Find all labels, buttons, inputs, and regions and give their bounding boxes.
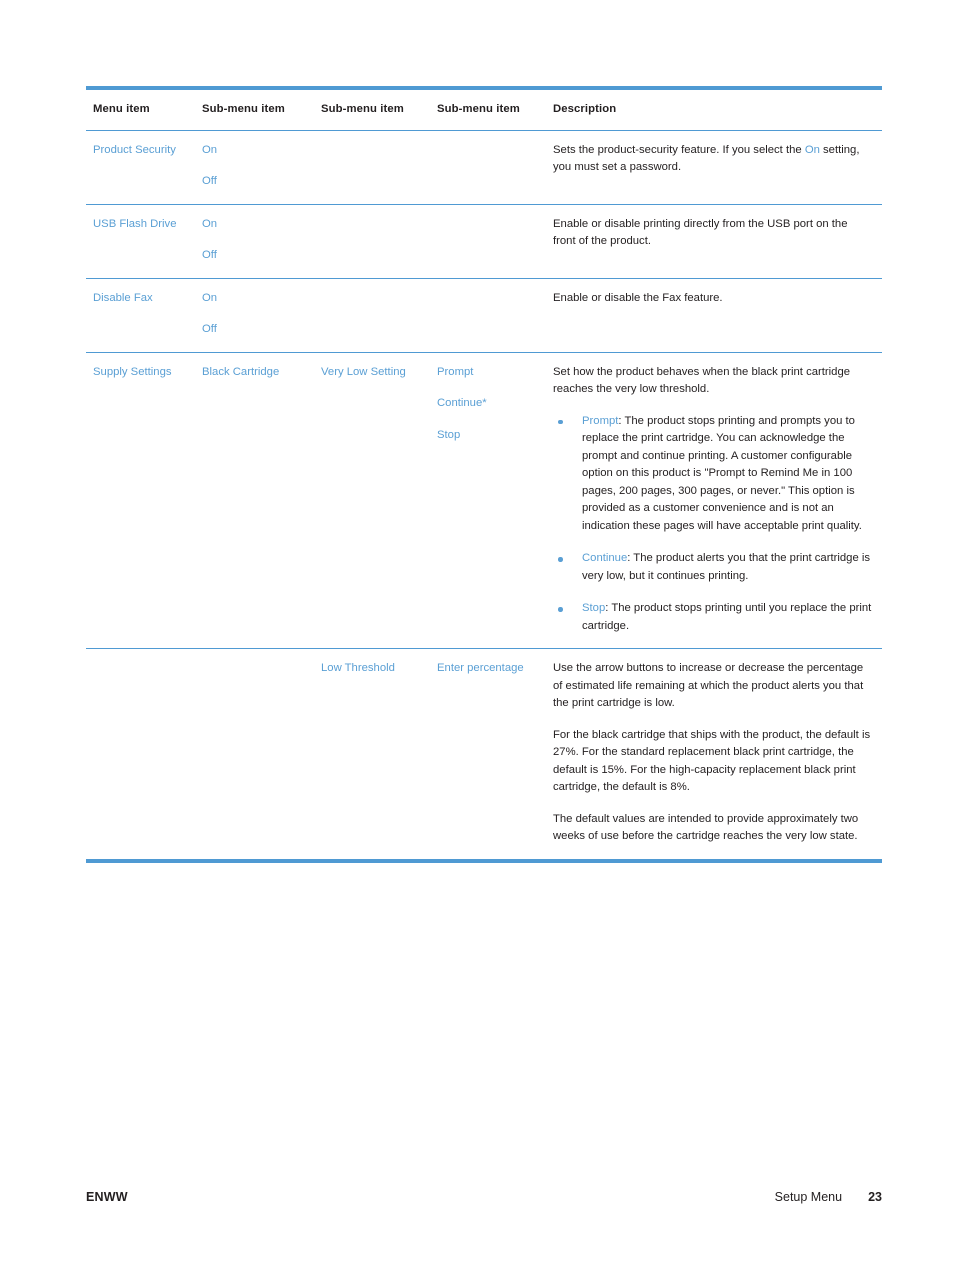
menu-item-label: Product Security <box>93 143 176 156</box>
sub-menu-option: On <box>202 291 218 304</box>
footer-locale-label: ENWW <box>86 1190 128 1204</box>
table-row: Product Security On Off Sets the product… <box>86 130 882 205</box>
footer-chapter-title: Setup Menu <box>774 1190 843 1204</box>
cell-sub-menu-2: Very Low Setting <box>321 352 437 649</box>
menu-item-label: USB Flash Drive <box>93 217 177 230</box>
description-paragraph: Enable or disable the Fax feature. <box>553 291 723 304</box>
cell-description: Sets the product-security feature. If yo… <box>553 130 882 205</box>
column-header-menu-item: Menu item <box>86 86 202 131</box>
sub-menu-option: Continue* <box>437 397 487 409</box>
cell-sub-menu-3 <box>437 278 553 353</box>
sub-menu-option: Enter percentage <box>437 662 524 674</box>
bullet-term: Prompt <box>582 414 619 427</box>
description-paragraph: Enable or disable printing directly from… <box>553 217 848 248</box>
footer-right: Setup Menu 23 <box>775 1190 882 1204</box>
cell-sub-menu-2 <box>321 204 437 279</box>
cell-description: Use the arrow buttons to increase or dec… <box>553 648 882 863</box>
description-text: Sets the product-security feature. If yo… <box>553 143 805 156</box>
description-paragraph: Sets the product-security feature. If yo… <box>553 142 872 177</box>
cell-sub-menu-3: Enter percentage <box>437 648 553 863</box>
list-item: Prompt: The product stops printing and p… <box>553 413 872 536</box>
sub-menu-option: On <box>202 143 218 156</box>
cell-menu-item: Disable Fax <box>86 278 202 353</box>
bullet-term: Stop <box>582 602 606 614</box>
cell-description: Enable or disable printing directly from… <box>553 204 882 279</box>
sub-menu-option: Prompt <box>437 365 474 378</box>
cell-menu-item <box>86 648 202 863</box>
column-header-sub-menu-item-1: Sub-menu item <box>202 86 321 131</box>
menu-item-label: Disable Fax <box>93 291 153 304</box>
description-bullet-list: Prompt: The product stops printing and p… <box>553 413 872 636</box>
cell-sub-menu-2 <box>321 278 437 353</box>
cell-menu-item: Product Security <box>86 130 202 205</box>
page-footer: ENWW Setup Menu 23 <box>86 1190 882 1212</box>
table-row: Low Threshold Enter percentage Use the a… <box>86 648 882 863</box>
description-inline-link: On <box>804 143 820 156</box>
cell-sub-menu-1 <box>202 648 321 863</box>
list-item: Stop: The product stops printing until y… <box>553 600 872 635</box>
bullet-body: : The product stops printing until you r… <box>582 602 872 632</box>
bullet-body: : The product stops printing and prompts… <box>582 414 862 532</box>
cell-menu-item: USB Flash Drive <box>86 204 202 279</box>
cell-sub-menu-3: Prompt Continue* Stop <box>437 352 553 649</box>
document-page: Menu item Sub-menu item Sub-menu item Su… <box>0 0 954 1270</box>
sub-menu-option: Off <box>202 323 217 335</box>
sub-menu-option: Stop <box>437 428 461 441</box>
sub-menu-option: Low Threshold <box>321 662 395 674</box>
cell-sub-menu-1: Black Cartridge <box>202 352 321 649</box>
description-paragraph: The default values are intended to provi… <box>553 812 859 843</box>
column-header-description: Description <box>553 86 882 131</box>
bullet-term: Continue <box>582 552 628 564</box>
sub-menu-option: Very Low Setting <box>321 365 406 378</box>
sub-menu-option: On <box>202 217 218 230</box>
sub-menu-option: Off <box>202 175 217 187</box>
table-row: Disable Fax On Off Enable or disable the… <box>86 278 882 353</box>
cell-description: Set how the product behaves when the bla… <box>553 352 882 649</box>
table-row: Supply Settings Black Cartridge Very Low… <box>86 352 882 649</box>
settings-table-container: Menu item Sub-menu item Sub-menu item Su… <box>86 86 882 863</box>
description-paragraph: Use the arrow buttons to increase or dec… <box>553 662 864 709</box>
table-body: Product Security On Off Sets the product… <box>86 130 882 863</box>
cell-sub-menu-3 <box>437 130 553 205</box>
cell-menu-item: Supply Settings <box>86 352 202 649</box>
sub-menu-option: Black Cartridge <box>202 365 280 378</box>
description-paragraph: Set how the product behaves when the bla… <box>553 365 851 396</box>
cell-sub-menu-1: On Off <box>202 130 321 205</box>
menu-item-label: Supply Settings <box>93 365 172 378</box>
cell-sub-menu-2: Low Threshold <box>321 648 437 863</box>
cell-sub-menu-1: On Off <box>202 204 321 279</box>
sub-menu-option: Off <box>202 249 217 261</box>
list-item: Continue: The product alerts you that th… <box>553 550 872 585</box>
footer-page-number: 23 <box>868 1190 882 1204</box>
cell-sub-menu-1: On Off <box>202 278 321 353</box>
cell-sub-menu-3 <box>437 204 553 279</box>
settings-table: Menu item Sub-menu item Sub-menu item Su… <box>86 86 882 863</box>
cell-description: Enable or disable the Fax feature. <box>553 278 882 353</box>
table-row: USB Flash Drive On Off Enable or disable… <box>86 204 882 279</box>
description-paragraph: For the black cartridge that ships with … <box>553 728 871 794</box>
table-header: Menu item Sub-menu item Sub-menu item Su… <box>86 86 882 131</box>
column-header-sub-menu-item-3: Sub-menu item <box>437 86 553 131</box>
column-header-sub-menu-item-2: Sub-menu item <box>321 86 437 131</box>
cell-sub-menu-2 <box>321 130 437 205</box>
table-header-row: Menu item Sub-menu item Sub-menu item Su… <box>86 86 882 131</box>
